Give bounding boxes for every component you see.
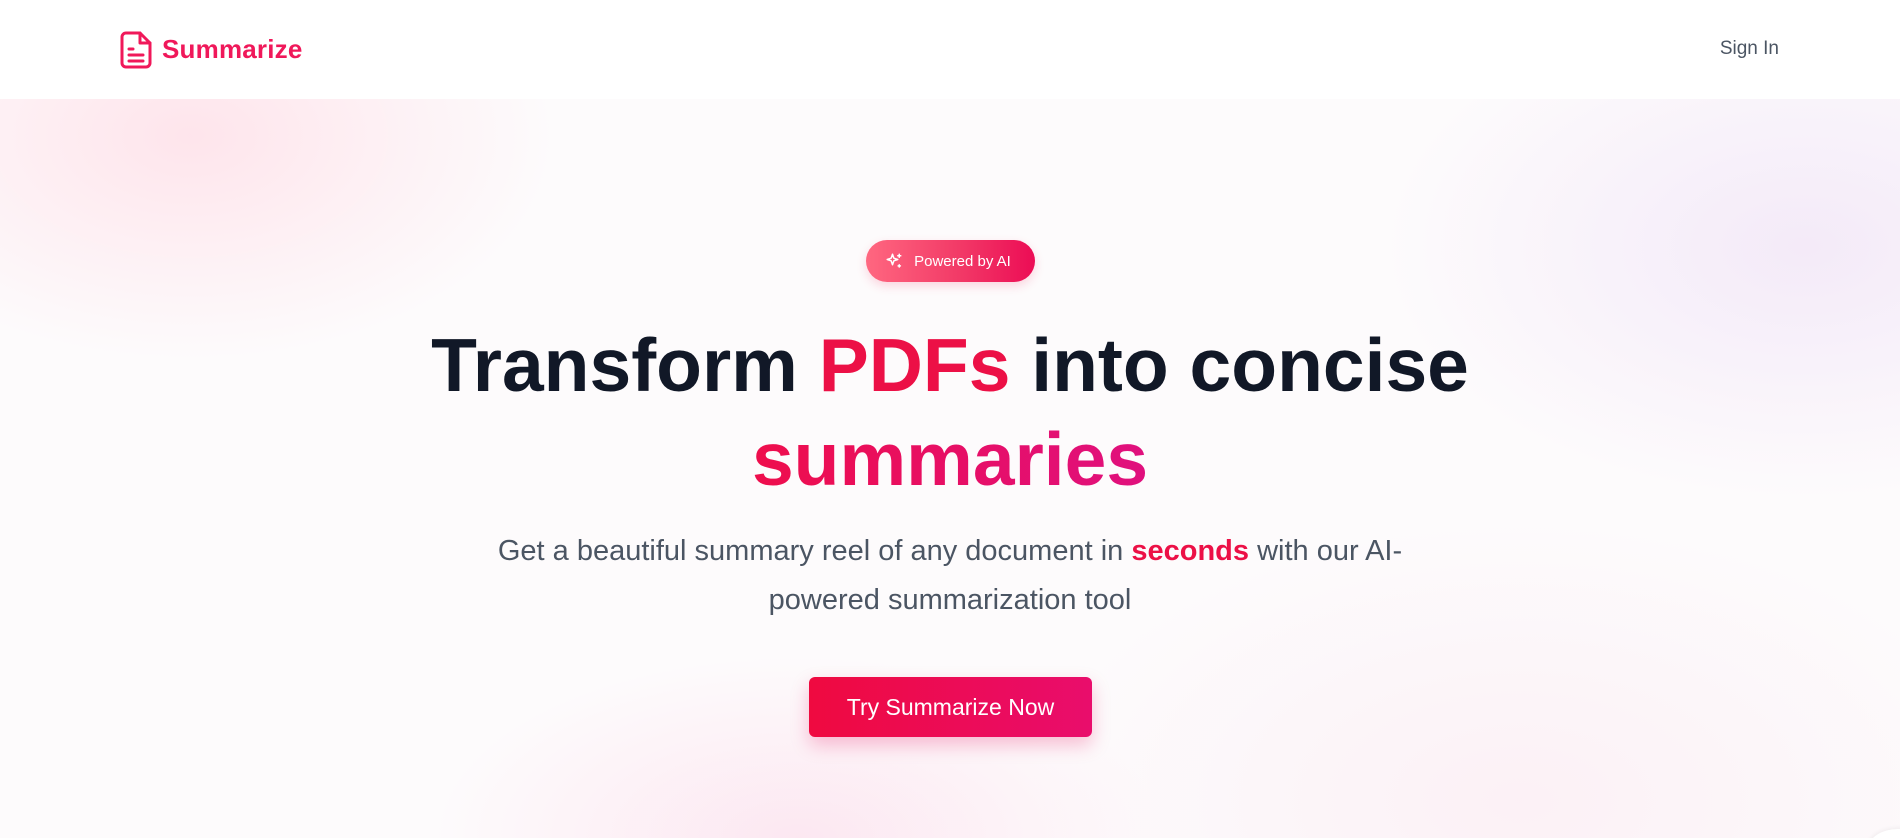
cta-label: Try Summarize Now (846, 693, 1055, 720)
brand-name: Summarize (162, 34, 303, 64)
brand-logo-link[interactable]: Summarize (120, 30, 303, 70)
headline-text-2: into concise (1010, 323, 1469, 407)
powered-by-ai-badge: Powered by AI (866, 240, 1035, 282)
hero-section: Powered by AI Transform PDFs into concis… (0, 99, 1900, 838)
hero-subtitle: Get a beautiful summary reel of any docu… (470, 527, 1430, 625)
file-text-icon (120, 30, 152, 70)
top-navbar: Summarize Sign In (0, 0, 1900, 99)
try-summarize-now-button[interactable]: Try Summarize Now (809, 677, 1092, 737)
sparkles-icon (884, 251, 904, 271)
headline-accent-pdfs: PDFs (818, 323, 1011, 407)
headline-accent-summaries: summaries (751, 417, 1149, 501)
floating-corner-widget (1868, 829, 1900, 838)
badge-label: Powered by AI (914, 252, 1011, 270)
subtitle-emphasis: seconds (1131, 535, 1250, 567)
sign-in-link[interactable]: Sign In (1720, 38, 1779, 60)
headline-text-1: Transform (431, 323, 819, 407)
subtitle-text-1: Get a beautiful summary reel of any docu… (497, 535, 1132, 567)
hero-headline: Transform PDFs into concise summaries (0, 318, 1900, 506)
